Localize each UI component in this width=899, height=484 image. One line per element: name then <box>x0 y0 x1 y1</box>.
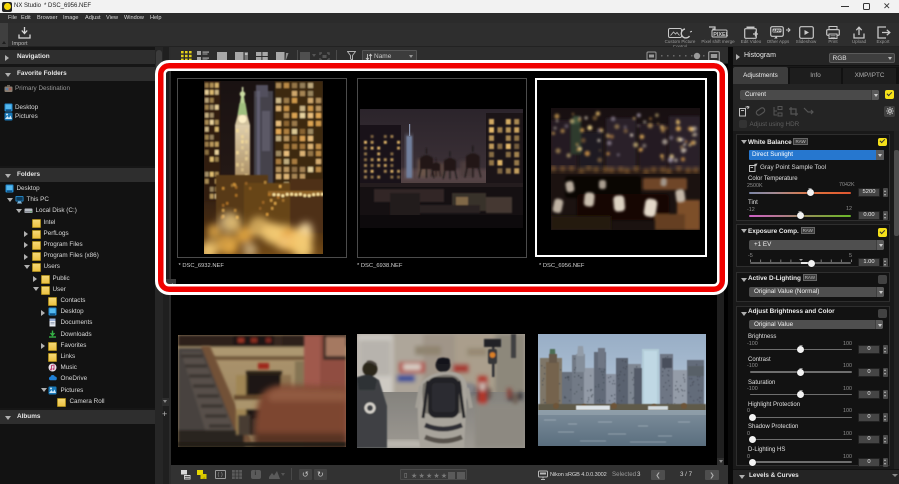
svg-text:PIXEL: PIXEL <box>713 32 728 38</box>
svg-text:APP: APP <box>773 29 781 33</box>
